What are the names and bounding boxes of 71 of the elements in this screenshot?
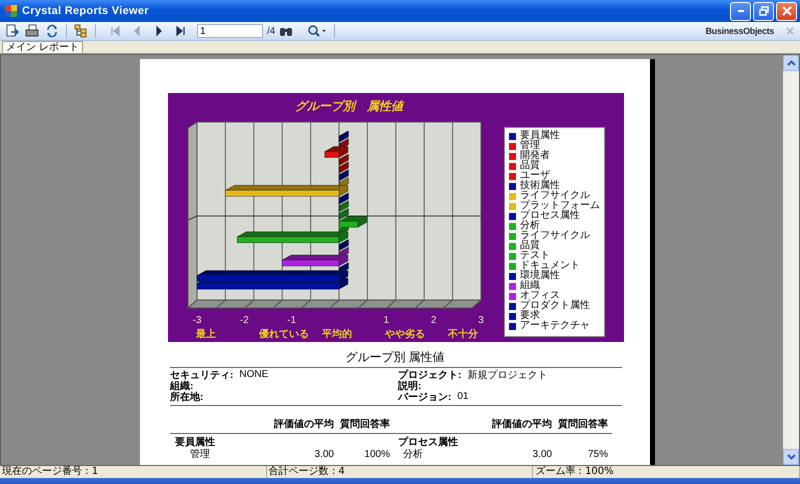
legend-label: アーキテクチャ <box>520 321 590 331</box>
table-cell-text: 管理 <box>189 449 211 461</box>
legend-label: 品質 <box>520 241 540 251</box>
vertical-scrollbar[interactable] <box>783 55 799 465</box>
legend-label: 組織 <box>520 281 540 291</box>
legend-label: ライフサイクル <box>520 191 590 201</box>
axis-tick-label: -2 <box>240 315 249 326</box>
picture-bar-depth <box>338 162 349 174</box>
legend-label: ドキュメント <box>520 261 580 271</box>
field-value: NONE <box>239 369 268 380</box>
field-label: バージョン: <box>398 390 452 404</box>
restore-button[interactable] <box>753 2 774 20</box>
scale-label: やや劣る <box>385 329 425 341</box>
table-cell-text: 3.00 <box>532 449 552 461</box>
legend-label: 環境属性 <box>520 271 560 281</box>
column-header: 評価値の平均 <box>490 419 552 431</box>
scale-label: 優れている <box>259 329 309 341</box>
field-label: プロジェクト: <box>398 368 462 380</box>
table-cell-text: 75% <box>586 449 608 461</box>
scroll-down-icon[interactable] <box>783 449 799 465</box>
legend-label: オフィス <box>520 291 560 301</box>
column-header: 質問回答率 <box>339 419 390 431</box>
app-icon <box>4 4 18 18</box>
close-icon <box>782 6 792 16</box>
print-icon[interactable] <box>23 23 41 39</box>
page-number-field[interactable]: 1 <box>197 24 263 38</box>
chart-title: グループ別 属性値 <box>294 98 406 115</box>
legend-label: プロダクト属性 <box>520 301 590 311</box>
field-label: 説明: <box>398 380 422 392</box>
field-value: 01 <box>457 391 468 402</box>
scroll-up-icon[interactable] <box>783 55 799 71</box>
table-cell-text: 3.00 <box>314 449 334 461</box>
scale-label: 平均的 <box>322 329 352 341</box>
legend-label: プラットフォーム <box>520 201 600 211</box>
report-title: グループ別 属性値 <box>344 350 446 364</box>
axis-tick-label: 1 <box>384 315 390 326</box>
axis-tick-label: -1 <box>287 315 296 326</box>
axis-tick-label: -3 <box>192 315 202 326</box>
minimize-icon <box>738 10 744 12</box>
table-cell-text: 100% <box>363 449 390 461</box>
field-label: 組織: <box>170 380 194 392</box>
scale-label: 最上 <box>196 329 216 341</box>
axis-tick-label: 2 <box>430 315 436 326</box>
field-label: セキュリティ: <box>170 368 234 380</box>
legend-label: 要求 <box>520 311 540 321</box>
legend-label: 管理 <box>520 141 540 151</box>
minimize-button[interactable] <box>730 2 751 20</box>
group-heading: 要員属性 <box>174 437 216 449</box>
legend-label: ユーザ <box>520 171 550 181</box>
brand-logo: BusinessObjects <box>705 26 774 36</box>
legend-label: 開発者 <box>520 151 550 161</box>
table-cell-text: 分析 <box>402 449 424 461</box>
report-tab[interactable]: メイン レポート <box>2 41 84 53</box>
legend-label: テスト <box>520 251 550 261</box>
field-label: 所在地: <box>170 390 204 404</box>
group-heading: プロセス属性 <box>398 437 459 448</box>
legend-label: 品質 <box>520 161 540 171</box>
page-total: /4 <box>267 26 276 36</box>
column-header: 評価値の平均 <box>272 419 334 431</box>
close-button[interactable] <box>776 2 797 20</box>
window-title: Crystal Reports Viewer <box>22 5 149 17</box>
column-header: 質問回答率 <box>557 419 608 431</box>
scale-label: 不十分 <box>448 329 478 341</box>
field-value: 新規プロジェクト <box>467 368 548 382</box>
axis-tick-label: 3 <box>478 315 484 326</box>
legend-label: 分析 <box>520 221 540 231</box>
legend-label: 要員属性 <box>520 131 560 141</box>
legend-label: プロセス属性 <box>520 211 580 221</box>
restore-icon <box>758 6 768 16</box>
legend-label: ライフサイクル <box>520 231 590 241</box>
legend-label: 技術属性 <box>520 181 560 191</box>
